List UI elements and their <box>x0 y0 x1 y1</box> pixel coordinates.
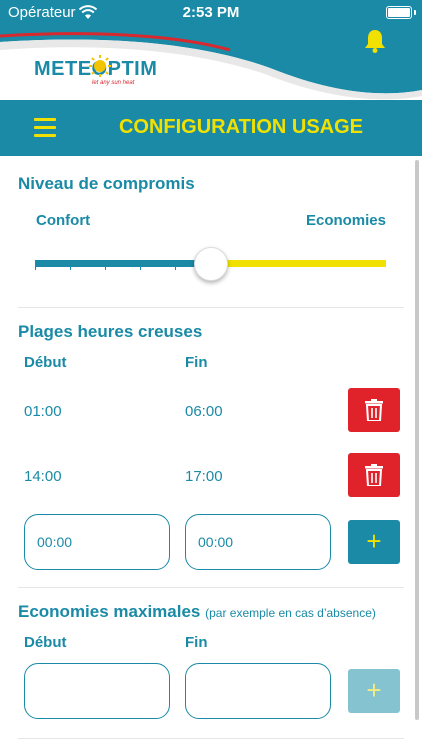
off-peak-row-end: 17:00 <box>185 468 223 485</box>
comfort-label: Confort <box>36 212 91 229</box>
off-peak-end-header: Fin <box>185 354 208 371</box>
plus-icon: + <box>366 526 382 556</box>
divider <box>18 738 404 739</box>
max-savings-end-input[interactable] <box>185 663 331 719</box>
delete-row-button[interactable] <box>348 453 400 497</box>
slider-tick <box>35 267 36 270</box>
slider-tick <box>105 267 106 270</box>
max-savings-note: (par exemple en cas d’absence) <box>205 606 376 620</box>
max-savings-start-header: Début <box>24 634 67 651</box>
status-bar: Opérateur 2:53 PM <box>0 0 422 26</box>
meteoptim-logo: METEOPTIM let any sun heat <box>34 52 174 94</box>
brand-header: METEOPTIM let any sun heat <box>0 26 422 100</box>
slider-tick <box>70 267 71 270</box>
off-peak-new-start-input[interactable] <box>24 514 170 570</box>
max-savings-title: Economies maximales (par exemple en cas … <box>18 602 376 622</box>
compromise-title: Niveau de compromis <box>18 174 195 193</box>
plus-icon: + <box>366 675 382 705</box>
battery-tip <box>414 10 416 15</box>
slider-track-remaining[interactable] <box>211 260 386 267</box>
title-bar: CONFIGURATION USAGE <box>0 100 422 156</box>
divider <box>18 307 404 308</box>
slider-tick <box>175 267 176 270</box>
off-peak-row-start: 01:00 <box>24 403 62 420</box>
max-savings-end-header: Fin <box>185 634 208 651</box>
add-off-peak-button[interactable]: + <box>348 520 400 564</box>
economies-label: Economies <box>305 212 386 229</box>
max-savings-start-input[interactable] <box>24 663 170 719</box>
hamburger-icon[interactable] <box>34 118 56 138</box>
off-peak-title: Plages heures creuses <box>18 322 203 341</box>
sun-icon <box>89 55 111 77</box>
max-savings-title-text: Economies maximales <box>18 602 201 621</box>
content-area[interactable]: Niveau de compromis Confort Economies Pl… <box>0 156 422 750</box>
logo-tagline: let any sun heat <box>92 80 135 86</box>
add-max-savings-button[interactable]: + <box>348 669 400 713</box>
clock: 2:53 PM <box>182 4 240 21</box>
slider-track-filled[interactable] <box>35 260 211 267</box>
scrollbar[interactable] <box>415 160 419 720</box>
bell-icon[interactable] <box>362 28 388 54</box>
off-peak-row-end: 06:00 <box>185 403 223 420</box>
off-peak-row-start: 14:00 <box>24 468 62 485</box>
off-peak-new-end-input[interactable] <box>185 514 331 570</box>
compromise-slider-thumb[interactable] <box>194 247 228 281</box>
divider <box>18 587 404 588</box>
page-title: CONFIGURATION USAGE <box>118 116 364 138</box>
trash-icon <box>365 399 383 421</box>
delete-row-button[interactable] <box>348 388 400 432</box>
off-peak-start-header: Début <box>24 354 67 371</box>
trash-icon <box>365 464 383 486</box>
battery-icon <box>386 6 412 19</box>
slider-tick <box>140 267 141 270</box>
